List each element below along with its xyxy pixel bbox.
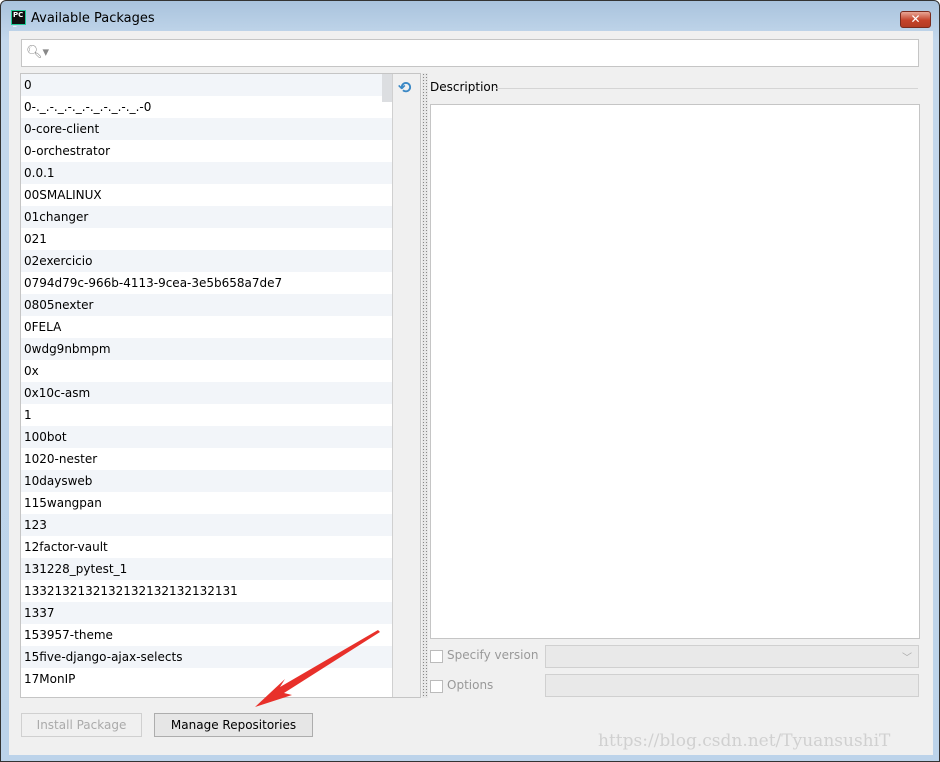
- package-list-item[interactable]: 0FELA: [21, 316, 392, 338]
- package-list-item[interactable]: 1332132132132132132132132131: [21, 580, 392, 602]
- description-separator: [496, 88, 918, 89]
- package-list-item[interactable]: 1020-nester: [21, 448, 392, 470]
- search-icon: 🔍︎▾: [26, 45, 50, 60]
- options-input[interactable]: [545, 674, 919, 697]
- package-list-item[interactable]: 021: [21, 228, 392, 250]
- package-list-item[interactable]: 0wdg9nbmpm: [21, 338, 392, 360]
- annotation-arrow: [255, 630, 380, 707]
- manage-repositories-button[interactable]: Manage Repositories: [154, 713, 313, 737]
- options-label: Options: [447, 678, 494, 692]
- package-list-item[interactable]: 0805nexter: [21, 294, 392, 316]
- description-label: Description: [430, 80, 499, 94]
- package-list[interactable]: 17MonIP 15five-django-ajax-selects 153957-…: [20, 73, 421, 698]
- search-input[interactable]: 🔍︎▾: [21, 39, 919, 67]
- package-list-item[interactable]: 0: [21, 74, 392, 96]
- package-list-item[interactable]: 0x10c-asm: [21, 382, 392, 404]
- package-list-item[interactable]: 12factor-vault: [21, 536, 392, 558]
- version-select[interactable]: ﹀: [545, 645, 919, 668]
- package-list-item[interactable]: 1337: [21, 602, 392, 624]
- package-list-item[interactable]: 0-core-client: [21, 118, 392, 140]
- package-list-item[interactable]: 123: [21, 514, 392, 536]
- package-list-item[interactable]: 02exercicio: [21, 250, 392, 272]
- options-checkbox[interactable]: [430, 680, 443, 693]
- specify-version-label: Specify version: [447, 648, 539, 662]
- window-title: Available Packages: [31, 11, 155, 26]
- package-list-item[interactable]: 0-._.-._.-._.-._.-._.-._.-0: [21, 96, 392, 118]
- close-button[interactable]: ✕: [900, 11, 931, 28]
- scrollbar-thumb[interactable]: [382, 74, 392, 102]
- package-list-item[interactable]: 0x: [21, 360, 392, 382]
- package-list-item[interactable]: 1: [21, 404, 392, 426]
- pycharm-logo-icon: PC _: [11, 10, 26, 27]
- package-list-item[interactable]: 100bot: [21, 426, 392, 448]
- package-list-item[interactable]: 10daysweb: [21, 470, 392, 492]
- package-list-item[interactable]: 115wangpan: [21, 492, 392, 514]
- package-list-item[interactable]: 00SMALINUX: [21, 184, 392, 206]
- chevron-down-icon: ﹀: [902, 653, 912, 664]
- splitter-handle[interactable]: [422, 73, 428, 698]
- specify-version-checkbox[interactable]: [430, 650, 443, 663]
- package-list-item[interactable]: 131228_pytest_1: [21, 558, 392, 580]
- package-list-item[interactable]: 0.0.1: [21, 162, 392, 184]
- refresh-icon[interactable]: ⟲: [398, 78, 411, 97]
- list-toolbar: ⟲: [392, 74, 420, 697]
- install-package-button[interactable]: Install Package: [21, 713, 142, 737]
- package-list-item[interactable]: 0794d79c-966b-4113-9cea-3e5b658a7de7: [21, 272, 392, 294]
- watermark: https://blog.csdn.net/TyuansushiT: [598, 731, 891, 751]
- description-panel: [430, 104, 920, 639]
- package-list-item[interactable]: 01changer: [21, 206, 392, 228]
- arrow-shape: [255, 630, 380, 707]
- package-list-item[interactable]: 0-orchestrator: [21, 140, 392, 162]
